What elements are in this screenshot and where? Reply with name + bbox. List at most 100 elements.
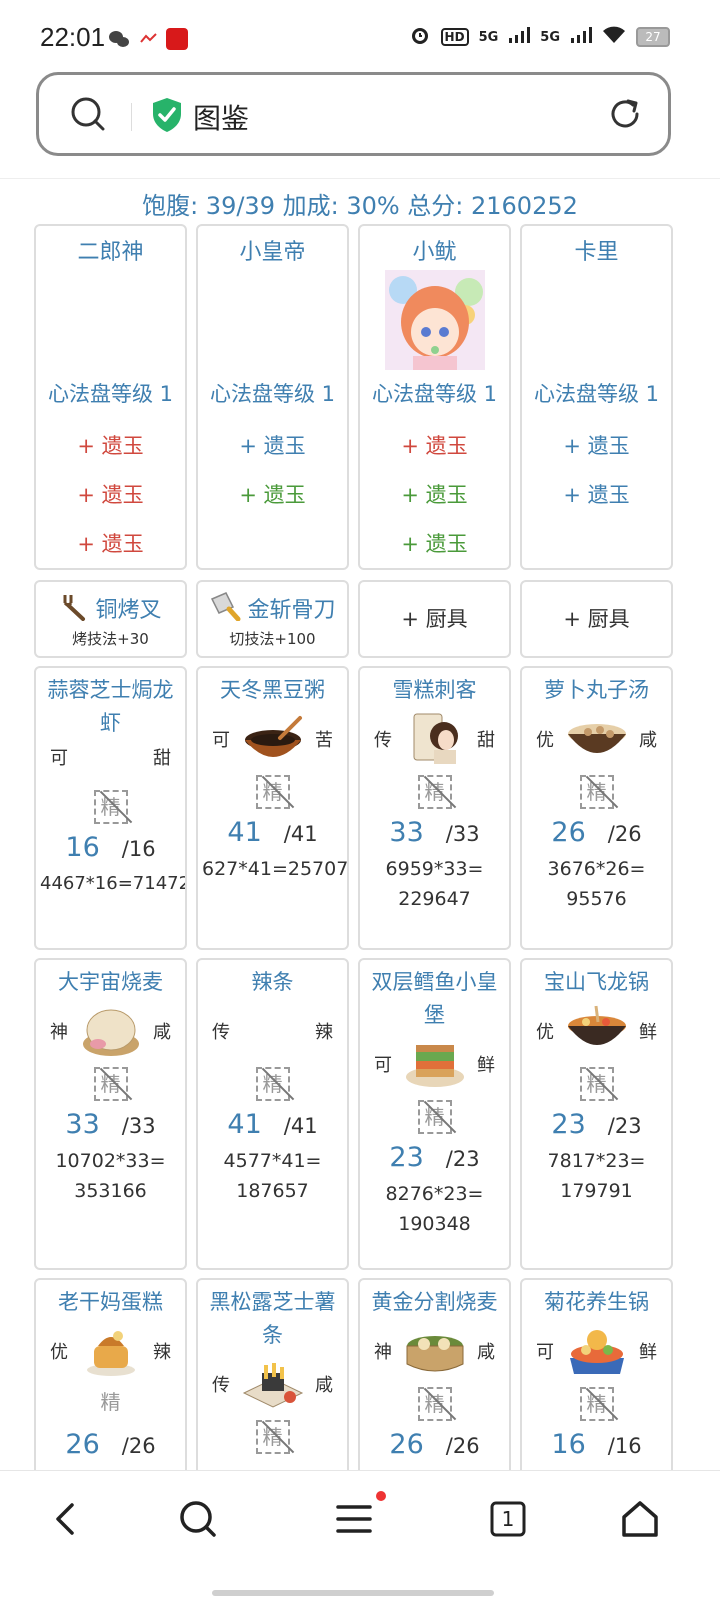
search-icon[interactable] xyxy=(69,95,107,137)
signal-1-icon xyxy=(508,26,531,48)
tool-card[interactable]: 金斩骨刀 切技法+100 xyxy=(196,580,349,658)
quantity[interactable]: 16 /16 xyxy=(40,832,181,868)
menu-icon[interactable] xyxy=(332,1497,376,1541)
page-title[interactable]: 图鉴 xyxy=(193,97,249,137)
recipe-taste: 鲜 xyxy=(639,1022,657,1043)
cleaver-icon xyxy=(209,591,241,625)
reload-icon[interactable] xyxy=(606,95,644,137)
chef-card[interactable]: 小皇帝 + 遗玉 + 遗玉 心法盘等级 1 xyxy=(196,224,349,570)
quantity-max: /41 xyxy=(283,822,318,846)
recipe-rarity: 传 xyxy=(212,1375,230,1396)
quantity[interactable]: 41 /41 xyxy=(202,1109,343,1145)
recipe-card[interactable]: 大宇宙烧麦 神 咸 精 33 /33 10702*33= 353166 xyxy=(34,958,187,1270)
quantity-value[interactable]: 33 xyxy=(65,1109,99,1140)
recipe-rarity: 可 xyxy=(374,1055,392,1076)
quantity[interactable]: 33 /33 xyxy=(40,1109,181,1145)
recipe-rarity: 传 xyxy=(212,1022,230,1043)
recipe-taste: 咸 xyxy=(639,730,657,751)
recipe-card[interactable]: 菊花养生锅 可 鲜 精 16 /16 xyxy=(520,1278,673,1470)
quantity-value[interactable]: 16 xyxy=(551,1429,585,1460)
recipe-card[interactable]: 雪糕刺客 传 甜 精 33 /33 6959*33= 229647 xyxy=(358,666,511,950)
tabs-button[interactable]: 1 xyxy=(486,1497,530,1541)
refine-toggle[interactable]: 精 xyxy=(94,1387,128,1421)
recipe-card[interactable]: 宝山飞龙锅 优 鲜 精 23 /23 7817*23= 179791 xyxy=(520,958,673,1270)
recipe-card[interactable]: 双层鳕鱼小皇堡 可 鲜 精 23 /23 8276*23= 190348 xyxy=(358,958,511,1270)
recipe-card[interactable]: 天冬黑豆粥 可 苦 精 41 /41 627*41=25707 xyxy=(196,666,349,950)
quantity-value[interactable]: 26 xyxy=(551,817,585,848)
jade-slot[interactable]: + 遗玉 xyxy=(522,430,671,479)
quantity-value[interactable]: 26 xyxy=(65,1429,99,1460)
refine-toggle[interactable]: 精 xyxy=(417,1100,452,1134)
recipe-card[interactable]: 黑松露芝士薯条 传 咸 精 xyxy=(196,1278,349,1470)
refine-toggle[interactable]: 精 xyxy=(579,775,614,809)
home-icon[interactable] xyxy=(618,1497,662,1541)
recipe-taste: 鲜 xyxy=(639,1342,657,1363)
quantity-value[interactable]: 23 xyxy=(551,1109,585,1140)
chef-level[interactable]: 心法盘等级 1 xyxy=(522,378,671,408)
tool-card[interactable]: 铜烤叉 烤技法+30 xyxy=(34,580,187,658)
quantity[interactable]: 33 /33 xyxy=(364,817,505,853)
quantity-value[interactable]: 16 xyxy=(65,832,99,863)
quantity[interactable]: 16 /16 xyxy=(526,1429,667,1465)
quantity[interactable]: 26 /26 xyxy=(40,1429,181,1465)
chef-card[interactable]: 卡里 + 遗玉 + 遗玉 心法盘等级 1 xyxy=(520,224,673,570)
tool-row: 铜烤叉 烤技法+30 金斩骨刀 切技法+100 + 厨具 + 厨具 xyxy=(34,580,674,658)
search-icon[interactable] xyxy=(176,1497,220,1541)
ice-cream-dish-icon xyxy=(404,712,466,766)
back-icon[interactable] xyxy=(44,1497,88,1541)
chef-card[interactable]: 小鱿 + 遗玉 + 遗玉 + 遗玉 心法盘等级 1 xyxy=(358,224,511,570)
refine-toggle[interactable]: 精 xyxy=(93,1067,128,1101)
add-tool-button[interactable]: + 厨具 xyxy=(358,580,511,658)
recipe-card[interactable]: 萝卜丸子汤 优 咸 精 26 /26 3676*26= 95576 xyxy=(520,666,673,950)
recipe-card[interactable]: 黄金分割烧麦 神 咸 精 26 /26 xyxy=(358,1278,511,1470)
refine-toggle[interactable]: 精 xyxy=(255,1067,290,1101)
refine-toggle[interactable]: 精 xyxy=(255,775,290,809)
chef-level[interactable]: 心法盘等级 1 xyxy=(360,378,509,408)
quantity-value[interactable]: 41 xyxy=(227,1109,261,1140)
recipe-card[interactable]: 老干妈蛋糕 优 辣 精 26 /26 xyxy=(34,1278,187,1470)
quantity[interactable]: 26 /26 xyxy=(526,817,667,853)
chef-level[interactable]: 心法盘等级 1 xyxy=(198,378,347,408)
address-bar[interactable]: 图鉴 xyxy=(36,72,671,156)
quantity-value[interactable]: 26 xyxy=(389,1429,423,1460)
recipe-name: 萝卜丸子汤 xyxy=(544,678,649,702)
jade-slot[interactable]: + 遗玉 xyxy=(360,430,509,479)
jade-slot[interactable]: + 遗玉 xyxy=(36,528,185,568)
tool-name: 铜烤叉 xyxy=(95,598,162,623)
jade-slot[interactable]: + 遗玉 xyxy=(36,479,185,528)
jade-slot[interactable]: + 遗玉 xyxy=(360,479,509,528)
quantity-value[interactable]: 33 xyxy=(389,817,423,848)
refine-toggle[interactable]: 精 xyxy=(255,1420,290,1454)
soup-dish-icon xyxy=(566,712,628,766)
signal-2-icon xyxy=(570,26,592,48)
chef-row: 二郎神 + 遗玉 + 遗玉 + 遗玉 心法盘等级 1 小皇帝 + 遗玉 + 遗玉… xyxy=(34,224,674,570)
quantity[interactable]: 23 /23 xyxy=(526,1109,667,1145)
tool-skill: 烤技法+30 xyxy=(72,630,149,648)
refine-toggle[interactable]: 精 xyxy=(93,790,128,824)
add-tool-button[interactable]: + 厨具 xyxy=(520,580,673,658)
jade-slot[interactable]: + 遗玉 xyxy=(198,479,347,528)
refine-toggle[interactable]: 精 xyxy=(417,775,452,809)
refine-toggle[interactable]: 精 xyxy=(579,1387,614,1421)
chef-card[interactable]: 二郎神 + 遗玉 + 遗玉 + 遗玉 心法盘等级 1 xyxy=(34,224,187,570)
add-tool-label: + 厨具 xyxy=(563,607,630,631)
jade-slot[interactable]: + 遗玉 xyxy=(198,430,347,479)
chef-name: 卡里 xyxy=(574,240,619,265)
refine-toggle[interactable]: 精 xyxy=(417,1387,452,1421)
quantity[interactable]: 26 /26 xyxy=(364,1429,505,1465)
recipe-card[interactable]: 辣条 传 辣 精 41 /41 4577*41= 187657 xyxy=(196,958,349,1270)
quantity[interactable]: 41 /41 xyxy=(202,817,343,853)
home-indicator[interactable] xyxy=(212,1590,494,1596)
jade-slot[interactable]: + 遗玉 xyxy=(36,430,185,479)
quantity-value[interactable]: 41 xyxy=(227,817,261,848)
refine-toggle[interactable]: 精 xyxy=(579,1067,614,1101)
recipe-taste: 甜 xyxy=(153,748,171,769)
recipe-taste: 甜 xyxy=(477,730,495,751)
quantity[interactable]: 23 /23 xyxy=(364,1142,505,1178)
recipe-card[interactable]: 蒜蓉芝士焗龙虾 可 甜 精 16 /16 4467*16=71472 xyxy=(34,666,187,950)
jade-slot[interactable]: + 遗玉 xyxy=(360,528,509,568)
quantity-value[interactable]: 23 xyxy=(389,1142,423,1173)
chef-level[interactable]: 心法盘等级 1 xyxy=(36,378,185,408)
wifi-icon xyxy=(602,26,626,48)
jade-slot[interactable]: + 遗玉 xyxy=(522,479,671,528)
